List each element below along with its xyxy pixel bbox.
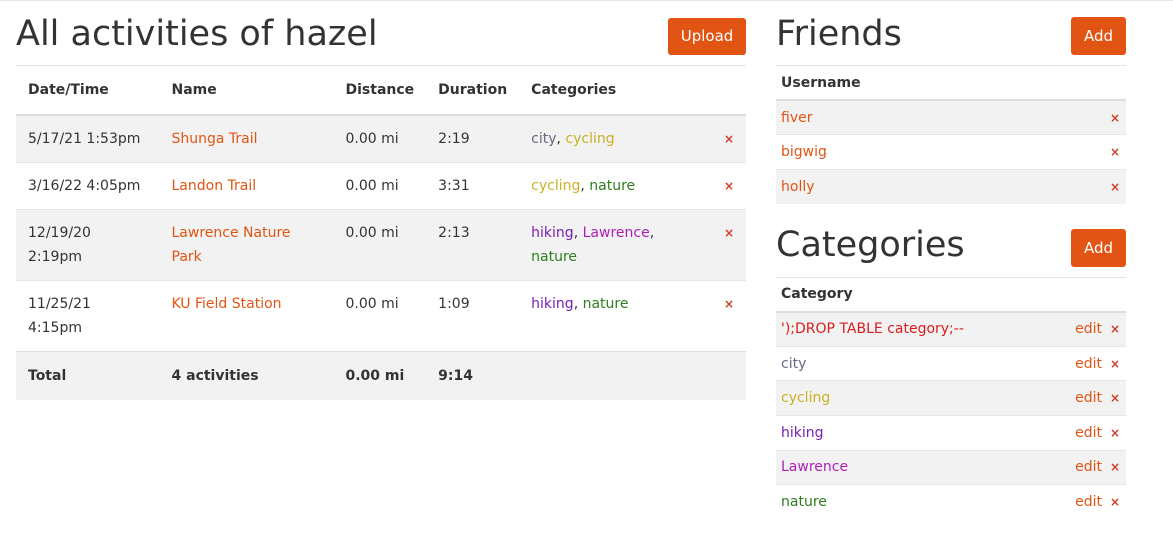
category-tag: cycling (565, 131, 615, 147)
categories-title: Categories (776, 224, 965, 265)
category-label: ');DROP TABLE category;-- (776, 311, 1064, 347)
edit-category-link[interactable]: edit (1075, 356, 1102, 372)
table-row: 3/16/22 4:05pm Landon Trail 0.00 mi 3:31 cyc… (16, 162, 746, 210)
activity-duration: 3:31 (426, 162, 520, 210)
col-delete (711, 66, 746, 116)
add-category-button[interactable]: Add (1071, 228, 1126, 267)
category-label: city (776, 345, 1064, 381)
col-date: Date/Time (16, 66, 160, 116)
activity-name-link[interactable]: Shunga Trail (172, 131, 258, 147)
friend-username-link[interactable]: bigwig (781, 144, 827, 160)
category-tag: cycling (531, 178, 581, 194)
category-row: ');DROP TABLE category;-- edit × (776, 311, 1126, 347)
total-count: 4 activities (159, 351, 334, 400)
activity-name-link[interactable]: KU Field Station (172, 296, 282, 312)
activity-date: 12/19/20 2:19pm (16, 209, 160, 281)
activities-header: All activities of hazel Upload (16, 0, 746, 66)
friend-username-link[interactable]: holly (781, 179, 815, 195)
activity-distance: 0.00 mi (333, 162, 427, 210)
category-tag: city (531, 131, 557, 147)
activity-date: 5/17/21 1:53pm (16, 114, 160, 163)
category-row: city edit × (776, 345, 1126, 381)
category-label: cycling (776, 380, 1064, 416)
activity-name-link[interactable]: Lawrence Nature Park (172, 225, 291, 265)
delete-category-icon[interactable]: × (1110, 460, 1120, 474)
activity-date: 3/16/22 4:05pm (16, 162, 160, 210)
upload-button[interactable]: Upload (668, 18, 746, 55)
category-label: Lawrence (776, 449, 1064, 485)
col-category: Category (776, 277, 1064, 313)
categories-table: Category ');DROP TABLE category;-- edit × c… (776, 277, 1126, 520)
remove-friend-icon[interactable]: × (1110, 111, 1120, 125)
table-row: 12/19/20 2:19pm Lawrence Nature Park 0.00 … (16, 209, 746, 281)
delete-category-icon[interactable]: × (1110, 495, 1120, 509)
edit-category-link[interactable]: edit (1075, 321, 1102, 337)
category-row: Lawrence edit × (776, 449, 1126, 485)
activity-name-link[interactable]: Landon Trail (172, 178, 257, 194)
categories-header: Categories Add (776, 212, 1126, 278)
activity-distance: 0.00 mi (333, 114, 427, 163)
category-label: nature (776, 484, 1064, 520)
remove-friend-icon[interactable]: × (1110, 145, 1120, 159)
add-friend-button[interactable]: Add (1071, 17, 1126, 55)
page-title: All activities of hazel (16, 14, 378, 54)
friends-title: Friends (776, 14, 902, 54)
activity-duration: 2:19 (426, 114, 520, 163)
delete-activity-icon[interactable]: × (724, 226, 734, 240)
delete-activity-icon[interactable]: × (724, 297, 734, 311)
delete-category-icon[interactable]: × (1110, 322, 1120, 336)
friends-table: Username fiver × bigwig × holly × (776, 66, 1126, 204)
category-row: cycling edit × (776, 380, 1126, 416)
table-row: 11/25/21 4:15pm KU Field Station 0.00 mi 1:… (16, 280, 746, 352)
col-name: Name (159, 66, 334, 116)
category-row: nature edit × (776, 484, 1126, 520)
friends-header: Friends Add (776, 0, 1126, 66)
category-tag: Lawrence (582, 225, 650, 241)
edit-category-link[interactable]: edit (1075, 425, 1102, 441)
category-tag: hiking (531, 296, 574, 312)
category-tag: nature (531, 249, 578, 265)
delete-activity-icon[interactable]: × (724, 132, 734, 146)
delete-category-icon[interactable]: × (1110, 391, 1120, 405)
totals-row: Total 4 activities 0.00 mi 9:14 (16, 351, 746, 400)
edit-category-link[interactable]: edit (1075, 494, 1102, 510)
friend-row: fiver × (776, 99, 1126, 135)
col-username: Username (776, 66, 1104, 101)
friend-username-link[interactable]: fiver (781, 110, 812, 126)
activity-distance: 0.00 mi (333, 280, 427, 352)
friend-row: holly × (776, 168, 1126, 204)
activity-categories: hiking, Lawrence, nature (519, 209, 712, 281)
col-categories: Categories (519, 66, 712, 116)
activity-categories: city, cycling (519, 114, 712, 163)
total-label: Total (16, 351, 160, 400)
activity-duration: 1:09 (426, 280, 520, 352)
total-duration: 9:14 (426, 351, 520, 400)
edit-category-link[interactable]: edit (1075, 459, 1102, 475)
category-row: hiking edit × (776, 415, 1126, 451)
remove-friend-icon[interactable]: × (1110, 180, 1120, 194)
total-distance: 0.00 mi (333, 351, 427, 400)
col-duration: Duration (426, 66, 520, 116)
activity-categories: cycling, nature (519, 162, 712, 210)
edit-category-link[interactable]: edit (1075, 390, 1102, 406)
category-tag: hiking (531, 225, 574, 241)
activity-duration: 2:13 (426, 209, 520, 281)
activity-distance: 0.00 mi (333, 209, 427, 281)
category-label: hiking (776, 415, 1064, 451)
category-tag: nature (582, 296, 629, 312)
delete-category-icon[interactable]: × (1110, 426, 1120, 440)
delete-activity-icon[interactable]: × (724, 179, 734, 193)
activity-date: 11/25/21 4:15pm (16, 280, 160, 352)
category-tag: nature (589, 178, 636, 194)
activity-categories: hiking, nature (519, 280, 712, 352)
activities-panel: All activities of hazel Upload Date/Time… (16, 0, 746, 400)
sidebar: Friends Add Username fiver × bigwig × holly ×… (776, 0, 1126, 520)
col-distance: Distance (333, 66, 427, 116)
delete-category-icon[interactable]: × (1110, 357, 1120, 371)
activities-table: Date/Time Name Distance Duration Categor… (16, 66, 746, 400)
table-row: 5/17/21 1:53pm Shunga Trail 0.00 mi 2:19 cit… (16, 114, 746, 163)
friend-row: bigwig × (776, 134, 1126, 170)
